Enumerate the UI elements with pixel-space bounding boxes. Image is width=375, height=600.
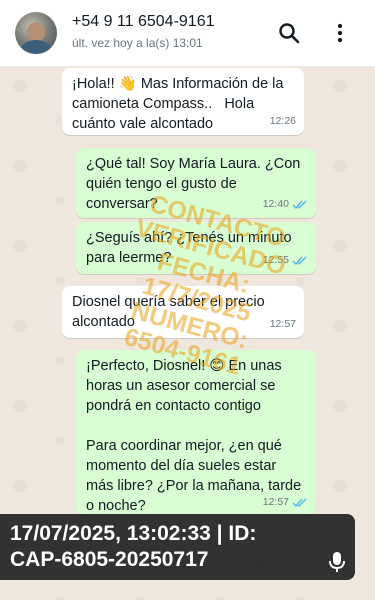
contact-avatar[interactable] [15, 12, 57, 54]
message-outgoing[interactable]: ¡Perfecto, Diosnel! 😊 En unas horas un a… [76, 350, 316, 516]
message-time: 12:40 [262, 198, 289, 210]
double-check-icon [292, 255, 307, 265]
overlay-capture-id: CAP-6805-20250717 [10, 548, 209, 571]
message-outgoing[interactable]: ¿Qué tal! Soy María Laura. ¿Con quién te… [76, 148, 316, 218]
message-time: 12:55 [262, 254, 289, 266]
contact-name: +54 9 11 6504-9161 [72, 13, 215, 30]
microphone-icon[interactable] [328, 551, 346, 573]
message-time: 12:57 [269, 318, 296, 330]
message-incoming[interactable]: Diosnel quería saber el precio alcontado… [62, 286, 304, 338]
search-icon[interactable] [277, 21, 301, 45]
message-text: Diosnel quería saber el precio alcontado [72, 294, 269, 330]
double-check-icon [292, 199, 307, 209]
message-incoming[interactable]: ¡Hola!! 👋 Mas Información de la camionet… [62, 68, 304, 135]
message-outgoing[interactable]: ¿Seguís ahí? ¿Tenés un minuto para leerm… [76, 222, 316, 274]
capture-id-overlay: 17/07/2025, 13:02:33 | ID: CAP-6805-2025… [0, 514, 355, 580]
chat-header: +54 9 11 6504-9161 últ. vez hoy a la(s) … [0, 0, 375, 66]
last-seen-status: últ. vez hoy a la(s) 13:01 [72, 36, 203, 50]
message-text: ¡Hola!! 👋 Mas Información de la camionet… [72, 76, 288, 132]
contact-info[interactable]: +54 9 11 6504-9161 últ. vez hoy a la(s) … [72, 12, 215, 51]
double-check-icon [292, 497, 307, 507]
more-vert-icon[interactable] [328, 21, 352, 45]
overlay-timestamp: 17/07/2025, 13:02:33 | ID: [10, 522, 257, 545]
message-time: 12:57 [262, 496, 289, 508]
message-time: 12:26 [269, 115, 296, 127]
